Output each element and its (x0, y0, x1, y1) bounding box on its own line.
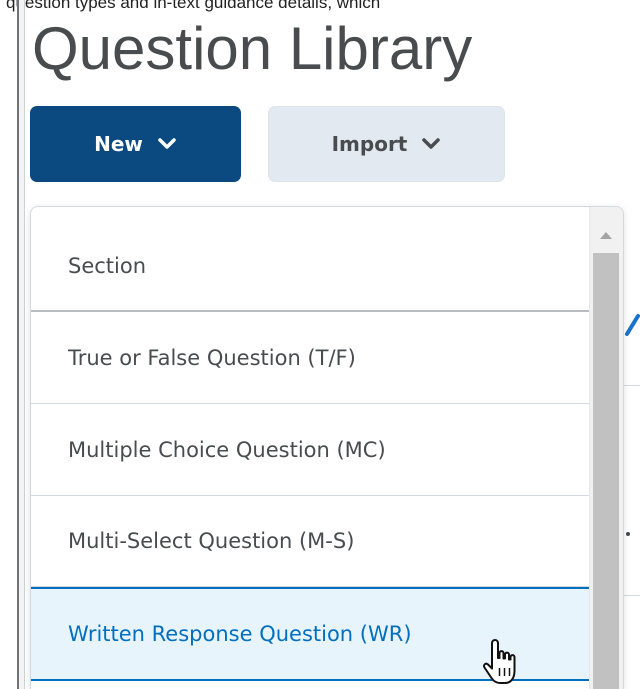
chevron-down-icon (422, 138, 441, 149)
chevron-down-icon (158, 138, 176, 149)
menu-item-true-false[interactable]: True or False Question (T/F) (31, 312, 591, 404)
scrollbar-thumb[interactable] (593, 253, 619, 689)
cropped-header-line: question types and in-text guidance deta… (6, 0, 381, 12)
menu-item-label: Written Response Question (WR) (68, 622, 412, 646)
new-menu-dropdown: Section True or False Question (T/F) Mul… (30, 206, 624, 689)
import-button[interactable]: Import (268, 106, 505, 182)
import-button-label: Import (331, 132, 408, 156)
background-row-marker (626, 532, 630, 536)
page-title: Question Library (32, 15, 473, 82)
menu-item-multiple-choice[interactable]: Multiple Choice Question (MC) (31, 404, 591, 496)
background-row-divider (624, 385, 640, 386)
edit-pencil-icon (625, 314, 640, 336)
menu-item-label: Multi-Select Question (M-S) (68, 529, 355, 553)
new-button-label: New (94, 132, 143, 156)
menu-item-label: Section (68, 254, 147, 278)
scroll-up-arrow-icon[interactable] (600, 232, 612, 239)
hand-pointer-cursor-icon (483, 639, 516, 684)
menu-item-section[interactable]: Section (31, 222, 591, 312)
menu-scrollbar[interactable] (589, 207, 623, 689)
left-frame-border (17, 0, 25, 689)
menu-item-label: Multiple Choice Question (MC) (68, 437, 386, 462)
menu-item-label: True or False Question (T/F) (68, 345, 356, 370)
background-row-divider (624, 595, 640, 596)
menu-item-multi-select[interactable]: Multi-Select Question (M-S) (31, 496, 591, 587)
new-button[interactable]: New (30, 106, 241, 182)
